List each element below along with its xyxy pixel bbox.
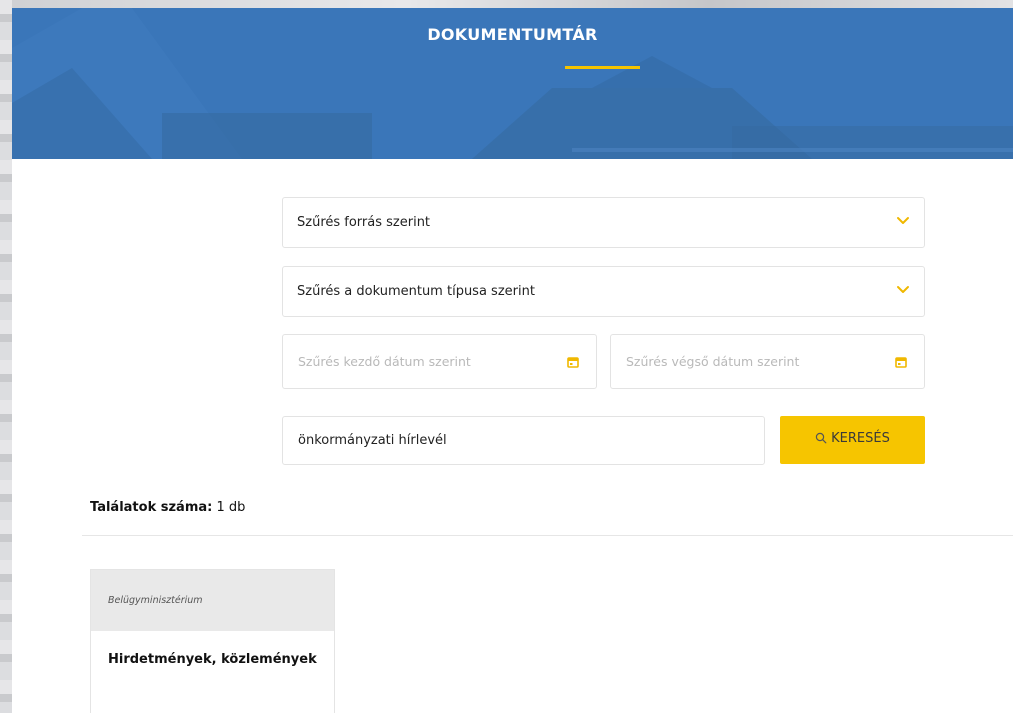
end-date-field[interactable]: Szűrés végső dátum szerint	[610, 334, 925, 389]
background-edge-top	[0, 0, 1013, 8]
search-input[interactable]: önkormányzati hírlevél	[282, 416, 765, 465]
chevron-down-icon	[897, 217, 909, 224]
search-button[interactable]: KERESÉS	[780, 416, 925, 464]
results-divider	[82, 535, 1013, 536]
title-underline	[565, 66, 640, 69]
hero-banner: DOKUMENTUMTÁR	[12, 8, 1013, 159]
page: DOKUMENTUMTÁR Szűrés forrás szerint Szűr…	[12, 8, 1013, 713]
end-date-placeholder: Szűrés végső dátum szerint	[626, 354, 800, 369]
search-icon	[815, 432, 827, 444]
result-card-title[interactable]: Hirdetmények, közlemények	[108, 652, 317, 667]
result-card-source: Belügyminisztérium	[108, 595, 203, 606]
results-count: Találatok száma: 1 db	[90, 500, 245, 515]
result-card-header: Belügyminisztérium	[91, 570, 334, 631]
calendar-icon[interactable]	[567, 356, 579, 368]
source-filter-select[interactable]: Szűrés forrás szerint	[282, 197, 925, 248]
results-count-label: Találatok száma:	[90, 500, 213, 515]
background-edge-left	[0, 0, 12, 713]
document-type-filter-label: Szűrés a dokumentum típusa szerint	[297, 284, 535, 299]
results-count-value: 1 db	[216, 500, 246, 515]
search-input-value: önkormányzati hírlevél	[298, 433, 447, 448]
result-card[interactable]: Belügyminisztérium Hirdetmények, közlemé…	[90, 569, 335, 713]
source-filter-label: Szűrés forrás szerint	[297, 215, 431, 230]
start-date-placeholder: Szűrés kezdő dátum szerint	[298, 354, 471, 369]
search-button-content: KERESÉS	[780, 431, 925, 446]
document-type-filter-select[interactable]: Szűrés a dokumentum típusa szerint	[282, 266, 925, 317]
chevron-down-icon	[897, 286, 909, 293]
start-date-field[interactable]: Szűrés kezdő dátum szerint	[282, 334, 597, 389]
search-button-label: KERESÉS	[831, 431, 890, 446]
page-title: DOKUMENTUMTÁR	[427, 25, 598, 44]
calendar-icon[interactable]	[895, 356, 907, 368]
